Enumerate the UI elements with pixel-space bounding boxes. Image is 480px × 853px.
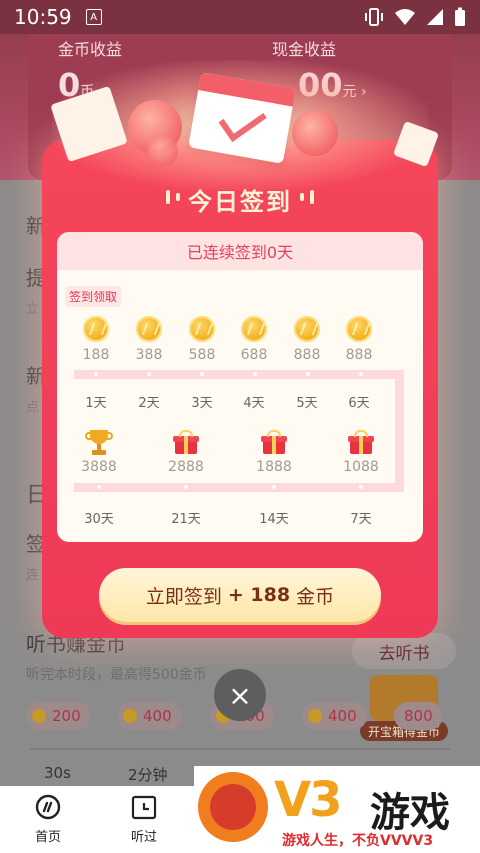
coin-icon bbox=[189, 316, 215, 342]
progress-track bbox=[74, 483, 404, 492]
coin-icon bbox=[83, 316, 109, 342]
day-label-3: 3天 bbox=[191, 396, 213, 411]
day-label-1: 1天 bbox=[85, 396, 107, 411]
close-icon: × bbox=[228, 678, 252, 712]
vibrate-icon bbox=[365, 8, 383, 26]
sign-in-amount: + 188 bbox=[227, 584, 291, 606]
day-label-30: 30天 bbox=[84, 512, 114, 527]
reward-amount-day30: 3888 bbox=[81, 459, 117, 475]
reward-amount-day2: 388 bbox=[135, 347, 163, 363]
day-label-6: 6天 bbox=[348, 396, 370, 411]
coin-decoration bbox=[292, 110, 338, 156]
gift-icon bbox=[173, 430, 199, 454]
coin-decoration bbox=[148, 136, 178, 166]
app-notification-icon: A bbox=[85, 9, 102, 25]
reward-amount-day6: 888 bbox=[345, 347, 373, 363]
checkmark-icon bbox=[218, 98, 267, 143]
progress-track bbox=[74, 370, 404, 379]
calendar-icon bbox=[188, 72, 296, 164]
streak-text: 已连续签到0天 bbox=[57, 232, 423, 270]
battery-icon bbox=[455, 7, 465, 26]
modal-title: 今日签到 bbox=[188, 188, 292, 216]
reward-amount-day5: 888 bbox=[293, 347, 321, 363]
sign-in-button[interactable]: 立即签到 + 188 金币 bbox=[99, 568, 381, 622]
wifi-icon bbox=[395, 9, 415, 25]
trophy-icon bbox=[85, 430, 113, 456]
system-icons bbox=[364, 7, 466, 27]
reward-amount-day4: 688 bbox=[240, 347, 268, 363]
status-bar: 10:59 A bbox=[0, 0, 480, 34]
coin-icon bbox=[346, 316, 372, 342]
claim-tag: 签到领取 bbox=[65, 286, 122, 307]
gift-icon bbox=[348, 430, 374, 454]
reward-amount-day3: 588 bbox=[188, 347, 216, 363]
signal-icon bbox=[427, 9, 443, 25]
checkin-panel: 已连续签到0天 签到领取 188 1天 388 2天 588 3天 688 4天… bbox=[57, 232, 423, 542]
day-label-7: 7天 bbox=[350, 512, 372, 527]
reward-amount-day21: 2888 bbox=[168, 459, 204, 475]
gift-icon bbox=[261, 430, 287, 454]
reward-amount-day7: 1088 bbox=[343, 459, 379, 475]
reward-amount-day1: 188 bbox=[82, 347, 110, 363]
day-label-4: 4天 bbox=[243, 396, 265, 411]
coin-icon bbox=[294, 316, 320, 342]
sign-in-unit: 金币 bbox=[296, 585, 335, 608]
day-label-21: 21天 bbox=[171, 512, 201, 527]
status-time: 10:59 bbox=[14, 5, 72, 29]
coin-icon bbox=[241, 316, 267, 342]
day-label-2: 2天 bbox=[138, 396, 160, 411]
close-button[interactable]: × bbox=[214, 669, 266, 721]
sign-in-label: 立即签到 bbox=[145, 585, 222, 608]
reward-amount-day14: 1888 bbox=[256, 459, 292, 475]
coin-icon bbox=[136, 316, 162, 342]
progress-track bbox=[395, 370, 404, 492]
day-label-5: 5天 bbox=[296, 396, 318, 411]
day-label-14: 14天 bbox=[259, 512, 289, 527]
